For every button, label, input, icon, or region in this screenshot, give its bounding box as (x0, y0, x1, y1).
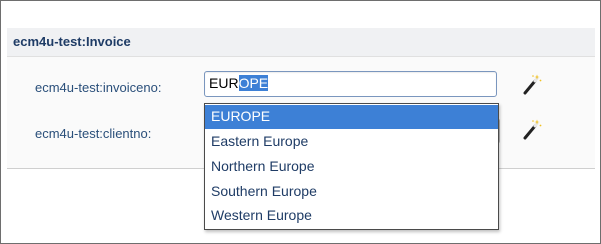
invoiceno-label: ecm4u-test:invoiceno: (35, 80, 162, 95)
panel-header: ecm4u-test:Invoice (7, 28, 595, 57)
invoiceno-selected-completion: OPE (238, 75, 269, 91)
invoiceno-typed-text: EUR (209, 75, 239, 91)
autocomplete-option[interactable]: EUROPE (205, 105, 498, 129)
autocomplete-dropdown: EUROPE Eastern Europe Northern Europe So… (204, 103, 499, 230)
window-frame: ecm4u-test:Invoice ecm4u-test:invoiceno:… (0, 0, 601, 244)
invoiceno-input[interactable]: EUROPE (204, 71, 497, 97)
autocomplete-option[interactable]: Northern Europe (205, 155, 498, 179)
autocomplete-option[interactable]: Southern Europe (205, 180, 498, 204)
magic-wand-icon[interactable] (520, 119, 542, 141)
clientno-label: ecm4u-test:clientno: (35, 126, 152, 141)
magic-wand-icon[interactable] (520, 74, 542, 96)
autocomplete-option[interactable]: Eastern Europe (205, 130, 498, 154)
panel-title: ecm4u-test:Invoice (13, 34, 131, 49)
autocomplete-option[interactable]: Western Europe (205, 204, 498, 228)
